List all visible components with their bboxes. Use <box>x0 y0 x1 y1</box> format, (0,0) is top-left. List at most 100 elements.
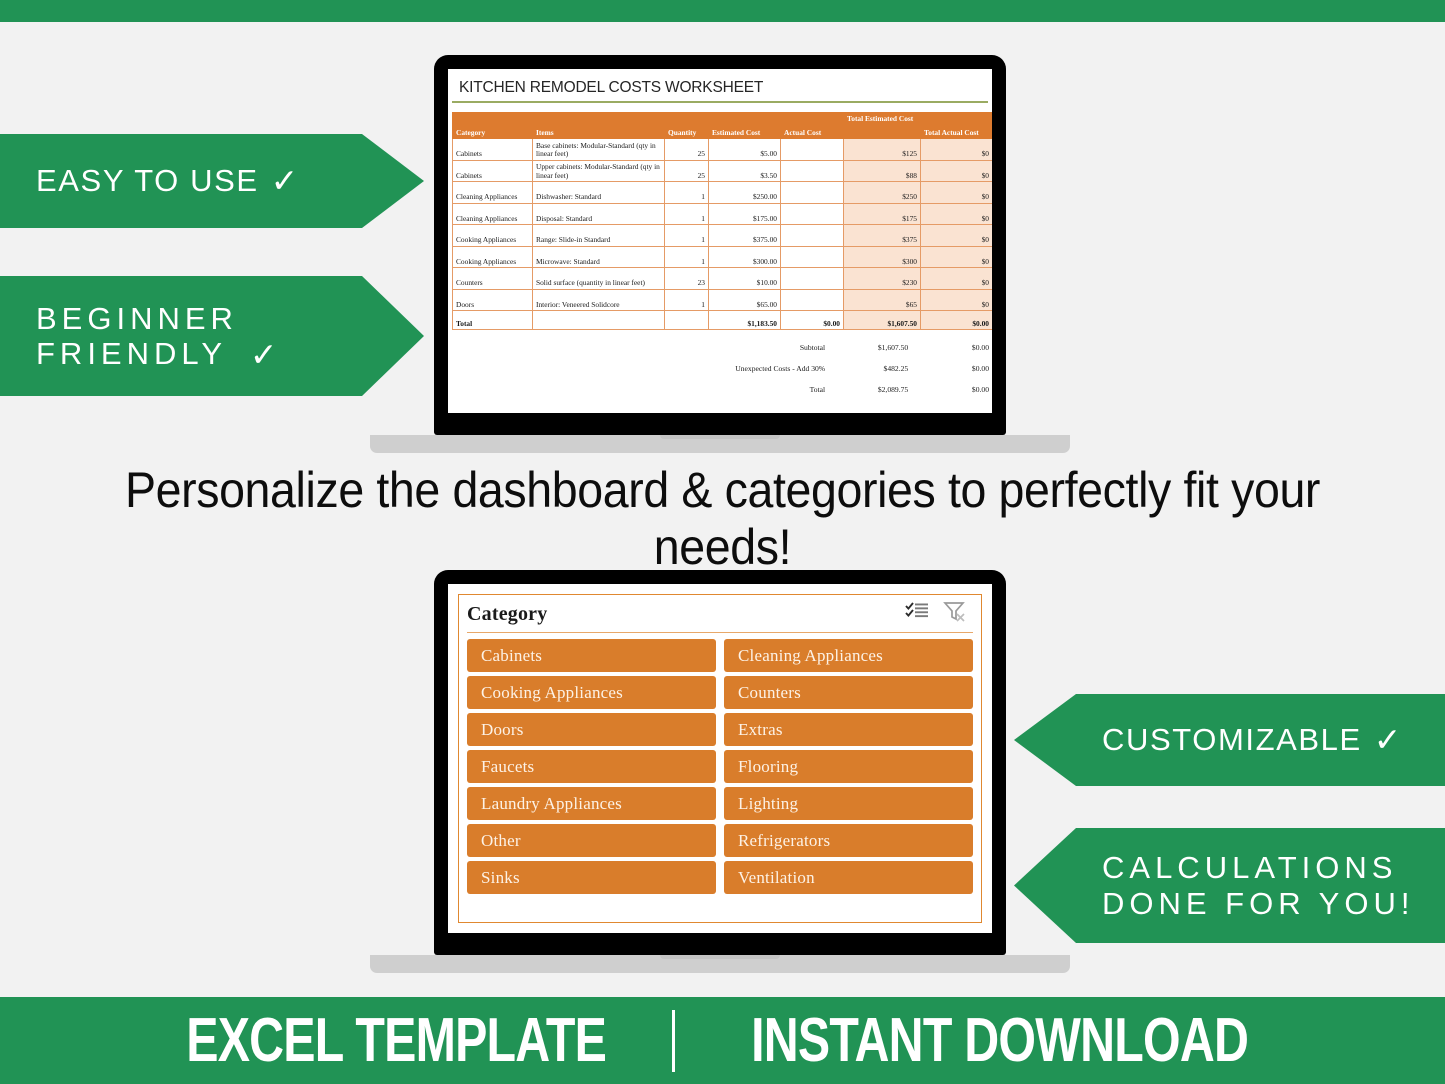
table-row: Counters Solid surface (quantity in line… <box>452 267 992 290</box>
slicer-item-other[interactable]: Other <box>467 824 716 857</box>
cell-quantity: 1 <box>664 181 709 204</box>
slicer-item-cleaning-appliances[interactable]: Cleaning Appliances <box>724 639 973 672</box>
slicer-item-flooring[interactable]: Flooring <box>724 750 973 783</box>
summary-actual: $0.00 <box>971 364 989 373</box>
cell-total-label: Total <box>452 310 533 330</box>
summary-actual: $0.00 <box>971 343 989 352</box>
cell-item: Disposal: Standard <box>532 202 665 225</box>
check-icon: ✓ <box>249 336 278 374</box>
laptop-screen-bezel: Category Cabinets Cleaning Appliances Co… <box>434 570 1006 955</box>
cell-quantity: 1 <box>664 245 709 268</box>
summary-estimated: $1,607.50 <box>877 343 909 352</box>
spreadsheet-title: KITCHEN REMODEL COSTS WORKSHEET <box>452 77 988 103</box>
slicer-item-faucets[interactable]: Faucets <box>467 750 716 783</box>
summary-label: Unexpected Costs - Add 30% <box>735 364 826 373</box>
feature-banner-easy-to-use: EASY TO USE ✓ <box>0 134 424 228</box>
slicer-header: Category <box>467 601 973 633</box>
multi-select-icon[interactable] <box>905 601 929 628</box>
cell-total-actual: $0 <box>920 202 992 225</box>
cell-estimated-cost: $375.00 <box>708 224 781 247</box>
slicer-item-lighting[interactable]: Lighting <box>724 787 973 820</box>
cell-category: Cabinets <box>452 159 533 182</box>
cell-estimated-cost: $10.00 <box>708 267 781 290</box>
footer-cta-bar: EXCEL TEMPLATE INSTANT DOWNLOAD <box>0 997 1445 1084</box>
cell-total-estimated: $300 <box>843 245 921 268</box>
col-header-total-actual-cost: Total Actual Cost <box>920 112 992 139</box>
check-icon: ✓ <box>270 162 299 200</box>
cell-grand-total-actual: $0.00 <box>920 310 992 330</box>
summary-label: Subtotal <box>799 343 826 352</box>
laptop-base <box>370 435 1070 453</box>
cell-category: Cabinets <box>452 138 533 161</box>
slicer-item-doors[interactable]: Doors <box>467 713 716 746</box>
laptop-mockup-category-slicer: Category Cabinets Cleaning Appliances Co… <box>370 570 1070 973</box>
cell-estimated-cost: $175.00 <box>708 202 781 225</box>
table-row: Cabinets Base cabinets: Modular-Standard… <box>452 138 992 161</box>
col-header-actual-cost: Actual Cost <box>780 112 844 139</box>
cell-total-estimated: $88 <box>843 159 921 182</box>
promo-canvas: KITCHEN REMODEL COSTS WORKSHEET Category… <box>0 0 1445 1084</box>
cell-actual-cost <box>780 288 844 311</box>
cell-actual-cost <box>780 202 844 225</box>
slicer-item-sinks[interactable]: Sinks <box>467 861 716 894</box>
feature-banner-customizable: CUSTOMIZABLE ✓ <box>1014 694 1445 786</box>
cell-estimated-cost: $250.00 <box>708 181 781 204</box>
cell-total-estimated-cost: $1,183.50 <box>708 310 781 330</box>
cell-grand-total-estimated: $1,607.50 <box>843 310 921 330</box>
cell-actual-cost <box>780 267 844 290</box>
cell-total-estimated: $375 <box>843 224 921 247</box>
cell-total-estimated: $230 <box>843 267 921 290</box>
slicer-item-cooking-appliances[interactable]: Cooking Appliances <box>467 676 716 709</box>
table-row: Doors Interior: Veneered Solidcore 1 $65… <box>452 288 992 311</box>
summary-section: Subtotal $1,607.50 $0.00 Unexpected Cost… <box>452 337 992 400</box>
spreadsheet-view: KITCHEN REMODEL COSTS WORKSHEET Category… <box>448 69 992 413</box>
col-header-category: Category <box>452 112 533 139</box>
cell-category: Cleaning Appliances <box>452 202 533 225</box>
cell-total-actual: $0 <box>920 181 992 204</box>
cell-actual-cost <box>780 159 844 182</box>
cell-item: Interior: Veneered Solidcore <box>532 288 665 311</box>
table-row: Cleaning Appliances Disposal: Standard 1… <box>452 202 992 225</box>
summary-estimated: $2,089.75 <box>877 385 909 394</box>
slicer-item-extras[interactable]: Extras <box>724 713 973 746</box>
footer-left-label: EXCEL TEMPLATE <box>186 1005 607 1075</box>
cell-total-quantity <box>664 310 709 330</box>
slicer-item-laundry-appliances[interactable]: Laundry Appliances <box>467 787 716 820</box>
cell-item: Solid surface (quantity in linear feet) <box>532 267 665 290</box>
summary-row: Unexpected Costs - Add 30% $482.25 $0.00 <box>452 358 992 379</box>
cell-item: Base cabinets: Modular-Standard (qty in … <box>532 138 665 161</box>
table-row: Cooking Appliances Range: Slide-in Stand… <box>452 224 992 247</box>
banner-label: BEGINNER FRIENDLY <box>36 300 238 371</box>
cell-quantity: 1 <box>664 288 709 311</box>
cell-quantity: 1 <box>664 202 709 225</box>
table-row: Cleaning Appliances Dishwasher: Standard… <box>452 181 992 204</box>
cell-item: Upper cabinets: Modular-Standard (qty in… <box>532 159 665 182</box>
slicer-item-refrigerators[interactable]: Refrigerators <box>724 824 973 857</box>
summary-row: Subtotal $1,607.50 $0.00 <box>452 337 992 358</box>
cell-category: Cleaning Appliances <box>452 181 533 204</box>
cell-item: Microwave: Standard <box>532 245 665 268</box>
cell-actual-cost <box>780 245 844 268</box>
table-row: Cooking Appliances Microwave: Standard 1… <box>452 245 992 268</box>
cell-total-estimated: $175 <box>843 202 921 225</box>
cell-total-item <box>532 310 665 330</box>
slicer-item-cabinets[interactable]: Cabinets <box>467 639 716 672</box>
cell-estimated-cost: $65.00 <box>708 288 781 311</box>
cell-quantity: 1 <box>664 224 709 247</box>
laptop-base <box>370 955 1070 973</box>
costs-table-body: Cabinets Base cabinets: Modular-Standard… <box>452 138 992 330</box>
table-row: Cabinets Upper cabinets: Modular-Standar… <box>452 159 992 182</box>
cell-category: Counters <box>452 267 533 290</box>
clear-filter-icon[interactable] <box>943 601 967 628</box>
col-header-quantity: Quantity <box>664 112 709 139</box>
cell-actual-cost <box>780 181 844 204</box>
laptop-screen: Category Cabinets Cleaning Appliances Co… <box>448 584 992 933</box>
slicer-item-ventilation[interactable]: Ventilation <box>724 861 973 894</box>
laptop-screen-bezel: KITCHEN REMODEL COSTS WORKSHEET Category… <box>434 55 1006 435</box>
cell-quantity: 25 <box>664 159 709 182</box>
col-header-items: Items <box>532 112 665 139</box>
check-icon: ✓ <box>1373 721 1402 759</box>
cell-total-estimated: $65 <box>843 288 921 311</box>
slicer-item-counters[interactable]: Counters <box>724 676 973 709</box>
cell-quantity: 25 <box>664 138 709 161</box>
